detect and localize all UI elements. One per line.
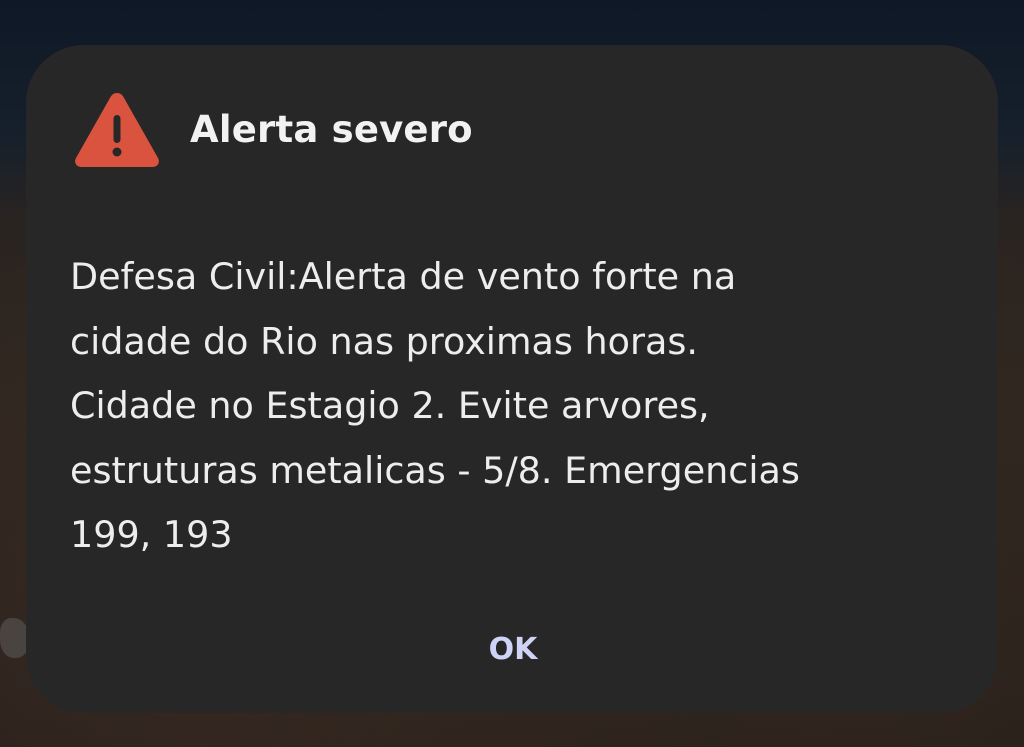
message-line: Cidade no Estagio 2. Evite arvores,	[70, 384, 710, 427]
wallpaper-background: Alerta severo Defesa Civil:Alerta de ven…	[0, 0, 1024, 747]
severe-alert-dialog: Alerta severo Defesa Civil:Alerta de ven…	[26, 45, 998, 713]
message-line: 199, 193	[70, 513, 233, 556]
message-line: Defesa Civil:Alerta de vento forte na	[70, 255, 737, 298]
dialog-title: Alerta severo	[190, 107, 473, 151]
message-line: estruturas metalicas - 5/8. Emergencias	[70, 448, 800, 492]
dialog-header: Alerta severo	[72, 89, 473, 169]
message-line: cidade do Rio nas proximas horas.	[70, 319, 698, 363]
warning-triangle-icon	[75, 93, 159, 167]
ok-button[interactable]: OK	[466, 617, 560, 681]
alert-message: Defesa Civil:Alerta de vento forte na ci…	[70, 245, 960, 568]
